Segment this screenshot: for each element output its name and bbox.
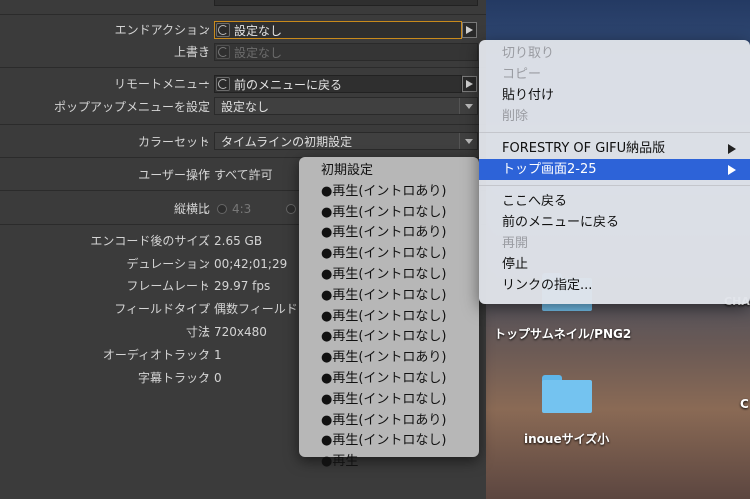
menu-item-forestry[interactable]: FORESTRY OF GIFU納品版 [479, 138, 750, 159]
menu-item-forestry-label: FORESTRY OF GIFU納品版 [502, 141, 666, 156]
frame-rate-label: フレームレート [126, 279, 210, 293]
aspect-option-4-3: 4:3 [232, 202, 252, 216]
audio-tracks-label: オーディオトラック [102, 348, 210, 362]
duration-value: 00;42;01;29 [214, 257, 288, 271]
popup-item[interactable]: ●再生(イントロなし) [299, 390, 479, 411]
end-action-play-button[interactable] [462, 22, 477, 38]
top-field-fragment [214, 0, 478, 6]
folder-icon[interactable] [542, 375, 592, 413]
color-set-value: タイムラインの初期設定 [221, 134, 353, 149]
end-action-label: エンドアクション [114, 23, 210, 37]
pickwhip-icon[interactable] [216, 77, 230, 91]
popup-menu-label: ポップアップメニューを設定 [53, 100, 210, 114]
popup-item[interactable]: ●再生(イントロあり) [299, 223, 479, 244]
aspect-radio-16-9[interactable] [286, 204, 296, 214]
separator [0, 67, 486, 68]
colon: : [204, 45, 209, 59]
remote-menu-field[interactable]: 前のメニューに戻る [214, 75, 462, 93]
menu-item-top-screen-label: トップ画面2-25 [502, 162, 597, 177]
colon: : [204, 348, 209, 362]
subtitle-tracks-value: 0 [214, 371, 222, 385]
menu-item-delete[interactable]: 削除 [479, 106, 750, 127]
colon: : [204, 302, 209, 316]
submenu-arrow-icon [728, 144, 736, 154]
user-ops-value[interactable]: すべて許可 [214, 167, 273, 183]
menu-separator [479, 132, 750, 133]
duration-label: デュレーション [126, 257, 210, 271]
chevron-down-icon[interactable] [459, 98, 477, 114]
popup-item[interactable]: ●再生 [299, 452, 479, 473]
pickwhip-icon[interactable] [216, 45, 230, 59]
menu-item-resume[interactable]: 再開 [479, 233, 750, 254]
chevron-down-icon[interactable] [459, 133, 477, 149]
popup-item[interactable]: ●再生(イントロあり) [299, 411, 479, 432]
popup-menu-list: 初期設定 ●再生(イントロあり) ●再生(イントロなし) ●再生(イントロあり)… [299, 157, 479, 469]
remote-menu-play-button[interactable] [462, 76, 477, 92]
popup-item[interactable]: ●再生(イントロなし) [299, 286, 479, 307]
colon: : [204, 100, 209, 114]
field-type-value: 偶数フィールド [214, 302, 298, 316]
color-set-label: カラーセット [137, 135, 210, 149]
colon: : [204, 234, 209, 248]
desktop-edge-label[interactable]: C [740, 397, 749, 411]
overwrite-field[interactable]: 設定なし [214, 43, 478, 61]
frame-rate-value: 29.97 fps [214, 279, 271, 293]
aspect-radio-4-3[interactable] [217, 204, 227, 214]
colon: : [204, 168, 209, 182]
overwrite-value: 設定なし [234, 45, 283, 60]
popup-menu-select[interactable]: 設定なし [214, 97, 478, 115]
popup-item[interactable]: ●再生(イントロなし) [299, 203, 479, 224]
encoded-size-label: エンコード後のサイズ [90, 234, 210, 248]
menu-item-paste[interactable]: 貼り付け [479, 85, 750, 106]
popup-menu-value: 設定なし [221, 99, 270, 114]
menu-item-cut[interactable]: 切り取り [479, 43, 750, 64]
colon: : [204, 77, 209, 91]
separator [0, 14, 486, 15]
colon: : [204, 257, 209, 271]
popup-item[interactable]: ●再生(イントロなし) [299, 265, 479, 286]
color-set-select[interactable]: タイムラインの初期設定 [214, 132, 478, 150]
popup-item[interactable]: ●再生(イントロなし) [299, 369, 479, 390]
popup-item[interactable]: 初期設定 [299, 161, 479, 182]
submenu-arrow-icon [728, 165, 736, 175]
folder-label-thumbnail[interactable]: トップサムネイル/PNG2 [494, 325, 631, 342]
separator [0, 124, 486, 125]
menu-item-prev-menu[interactable]: 前のメニューに戻る [479, 212, 750, 233]
colon: : [204, 135, 209, 149]
menu-item-stop[interactable]: 停止 [479, 254, 750, 275]
colon: : [204, 325, 209, 339]
colon: : [204, 371, 209, 385]
encoded-size-value: 2.65 GB [214, 234, 263, 248]
audio-tracks-value: 1 [214, 348, 222, 362]
field-type-label: フィールドタイプ [114, 302, 210, 316]
context-menu: 切り取り コピー 貼り付け 削除 FORESTRY OF GIFU納品版 トップ… [479, 40, 750, 304]
user-ops-label: ユーザー操作 [138, 168, 210, 182]
remote-menu-label: リモートメニュー [113, 77, 210, 91]
menu-item-jump-here[interactable]: ここへ戻る [479, 191, 750, 212]
subtitle-tracks-label: 字幕トラック [137, 371, 210, 385]
menu-item-top-screen[interactable]: トップ画面2-25 [479, 159, 750, 180]
end-action-field[interactable]: 設定なし [214, 21, 462, 39]
folder-label-inoue[interactable]: inoueサイズ小 [524, 430, 609, 447]
menu-item-link[interactable]: リンクの指定... [479, 275, 750, 296]
popup-item[interactable]: ●再生(イントロなし) [299, 307, 479, 328]
dimensions-value: 720x480 [214, 325, 267, 339]
colon: : [204, 23, 209, 37]
colon: : [204, 202, 209, 216]
pickwhip-icon[interactable] [216, 23, 230, 37]
popup-item[interactable]: ●再生(イントロあり) [299, 182, 479, 203]
remote-menu-value: 前のメニューに戻る [234, 77, 343, 92]
popup-item[interactable]: ●再生(イントロなし) [299, 244, 479, 265]
menu-separator [479, 185, 750, 186]
colon: : [204, 279, 209, 293]
menu-item-copy[interactable]: コピー [479, 64, 750, 85]
end-action-value: 設定なし [234, 23, 283, 38]
popup-item[interactable]: ●再生(イントロなし) [299, 327, 479, 348]
popup-item[interactable]: ●再生(イントロあり) [299, 348, 479, 369]
popup-item[interactable]: ●再生(イントロなし) [299, 431, 479, 452]
